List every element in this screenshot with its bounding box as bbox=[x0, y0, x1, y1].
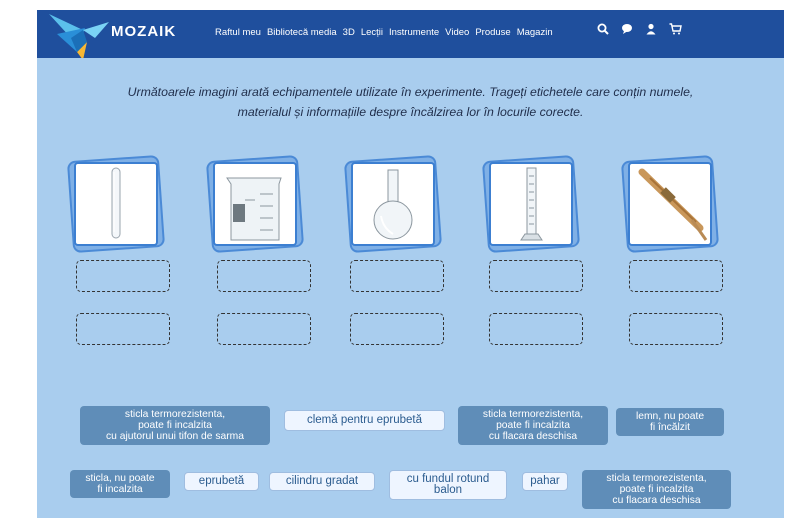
label-pahar[interactable]: pahar bbox=[522, 472, 568, 491]
test-tube-image bbox=[76, 164, 156, 244]
label-heat-resistant-open-flame-2[interactable]: sticla termorezistenta, poate fi incalzi… bbox=[582, 470, 731, 509]
nav-magazin[interactable]: Magazin bbox=[517, 27, 553, 38]
round-bottom-flask-image bbox=[353, 164, 433, 244]
card-beaker bbox=[205, 154, 305, 254]
instructions-line-1: Următoarele imagini arată echipamentele … bbox=[127, 85, 694, 99]
nav-lectii[interactable]: Lecții bbox=[361, 27, 383, 38]
chat-icon[interactable] bbox=[620, 23, 634, 38]
user-icon[interactable] bbox=[644, 23, 658, 38]
drop-slot-2-row-2[interactable] bbox=[217, 313, 311, 345]
nav-3d[interactable]: 3D bbox=[343, 27, 355, 38]
card-test-tube bbox=[66, 154, 166, 254]
nav-raftul-meu[interactable]: Raftul meu bbox=[215, 27, 261, 38]
top-navbar: MOZAIK Raftul meu Bibliotecă media 3D Le… bbox=[37, 10, 784, 58]
label-glass-not-heatable[interactable]: sticla, nu poate fi incalzita bbox=[70, 470, 170, 498]
label-heat-resistant-wire-gauze[interactable]: sticla termorezistenta, poate fi incalzi… bbox=[80, 406, 270, 445]
graduated-cylinder-image bbox=[491, 164, 571, 244]
card-round-flask bbox=[343, 154, 443, 254]
test-tube-clamp-image bbox=[630, 164, 710, 244]
instructions-line-2: materialul și informațiile despre încălz… bbox=[237, 105, 584, 119]
nav-icons bbox=[596, 23, 706, 38]
drop-slot-3-row-1[interactable] bbox=[350, 260, 444, 292]
drop-slot-1-row-2[interactable] bbox=[76, 313, 170, 345]
exercise-frame: MOZAIK Raftul meu Bibliotecă media 3D Le… bbox=[37, 10, 784, 518]
main-nav: Raftul meu Bibliotecă media 3D Lecții In… bbox=[215, 27, 553, 38]
label-heat-resistant-open-flame-1[interactable]: sticla termorezistenta, poate fi incalzi… bbox=[458, 406, 608, 445]
hummingbird-logo-icon[interactable] bbox=[47, 10, 117, 58]
beaker-image bbox=[215, 164, 295, 244]
card-graduated-cylinder bbox=[481, 154, 581, 254]
drop-slot-1-row-1[interactable] bbox=[76, 260, 170, 292]
drop-slot-4-row-1[interactable] bbox=[489, 260, 583, 292]
card-test-tube-clamp bbox=[620, 154, 720, 254]
label-test-tube-clamp[interactable]: clemă pentru eprubetă bbox=[284, 410, 445, 431]
romania-flag-icon[interactable] bbox=[692, 24, 706, 37]
drop-slot-4-row-2[interactable] bbox=[489, 313, 583, 345]
nav-video[interactable]: Video bbox=[445, 27, 469, 38]
label-cilindru-gradat[interactable]: cilindru gradat bbox=[269, 472, 375, 491]
nav-biblioteca-media[interactable]: Bibliotecă media bbox=[267, 27, 337, 38]
label-eprubeta[interactable]: eprubetă bbox=[184, 472, 259, 491]
label-wood-not-heatable[interactable]: lemn, nu poate fi încălzit bbox=[616, 408, 724, 436]
instructions-text: Următoarele imagini arată echipamentele … bbox=[47, 82, 774, 122]
search-icon[interactable] bbox=[596, 23, 610, 38]
drop-slot-5-row-2[interactable] bbox=[629, 313, 723, 345]
cart-icon[interactable] bbox=[668, 23, 682, 38]
label-round-bottom-flask[interactable]: cu fundul rotund balon bbox=[389, 470, 507, 500]
nav-instrumente[interactable]: Instrumente bbox=[389, 27, 439, 38]
drop-slot-2-row-1[interactable] bbox=[217, 260, 311, 292]
drop-slot-5-row-1[interactable] bbox=[629, 260, 723, 292]
brand-name[interactable]: MOZAIK bbox=[111, 23, 176, 40]
nav-produse[interactable]: Produse bbox=[475, 27, 510, 38]
drop-slot-3-row-2[interactable] bbox=[350, 313, 444, 345]
